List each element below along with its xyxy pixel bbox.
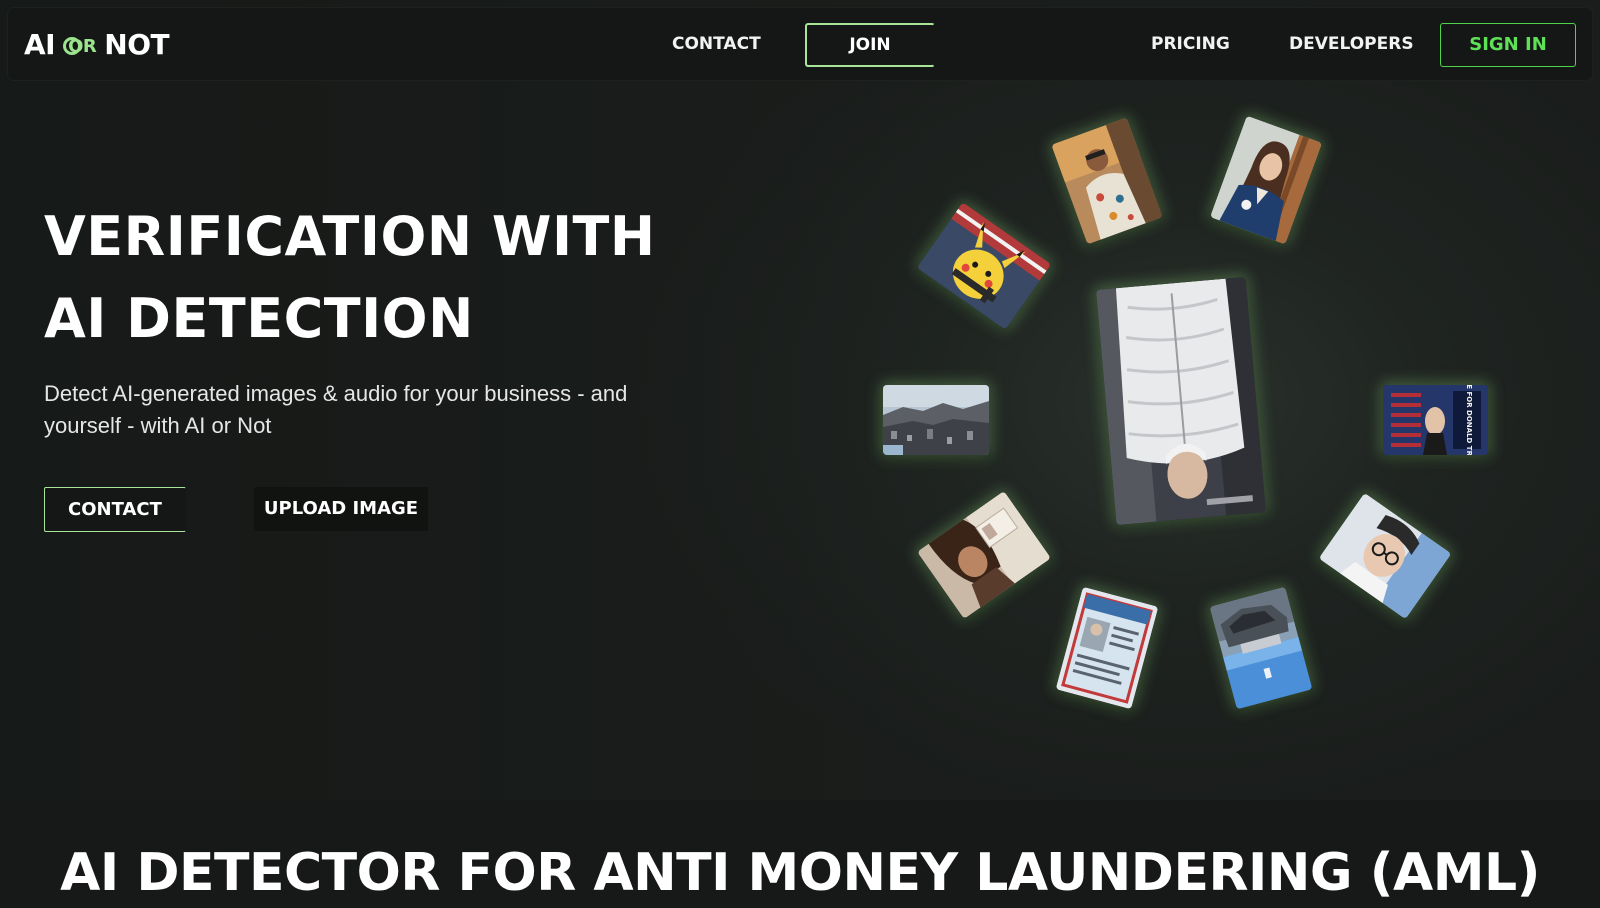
upload-image-button[interactable]: UPLOAD IMAGE	[254, 487, 428, 531]
nav-developers-link[interactable]: DEVELOPERS	[1289, 22, 1414, 66]
city-aerial-photo	[883, 385, 989, 455]
hero-title: VERIFICATION WITH AI DETECTION	[44, 196, 656, 360]
nav-contact-link[interactable]: CONTACT	[672, 22, 761, 66]
hero-contact-button[interactable]: CONTACT	[44, 487, 186, 532]
nav-pricing-link[interactable]: PRICING	[1151, 22, 1230, 66]
nav-join-button[interactable]: JOIN	[805, 23, 935, 67]
logo-text-not: NOT	[104, 27, 170, 61]
logo[interactable]: AI OR NOT	[24, 26, 170, 62]
poster-text: VOTE FOR DONALD TRUMP	[1465, 385, 1473, 455]
hero-subtitle: Detect AI-generated images & audio for y…	[44, 381, 628, 438]
man-in-white-puffer-jacket-photo	[1096, 276, 1266, 526]
aml-section-title: AI DETECTOR FOR ANTI MONEY LAUNDERING (A…	[60, 843, 1540, 903]
logo-or: OR	[63, 35, 97, 57]
political-poster-image: VOTE FOR DONALD TRUMP	[1383, 385, 1488, 455]
hero-title-line1: VERIFICATION WITH	[44, 205, 656, 268]
sign-in-button[interactable]: SIGN IN	[1440, 23, 1576, 67]
hero-title-line2: AI DETECTION	[44, 287, 474, 350]
logo-text-ai: AI	[24, 27, 56, 61]
logo-text-or: OR	[68, 35, 97, 57]
